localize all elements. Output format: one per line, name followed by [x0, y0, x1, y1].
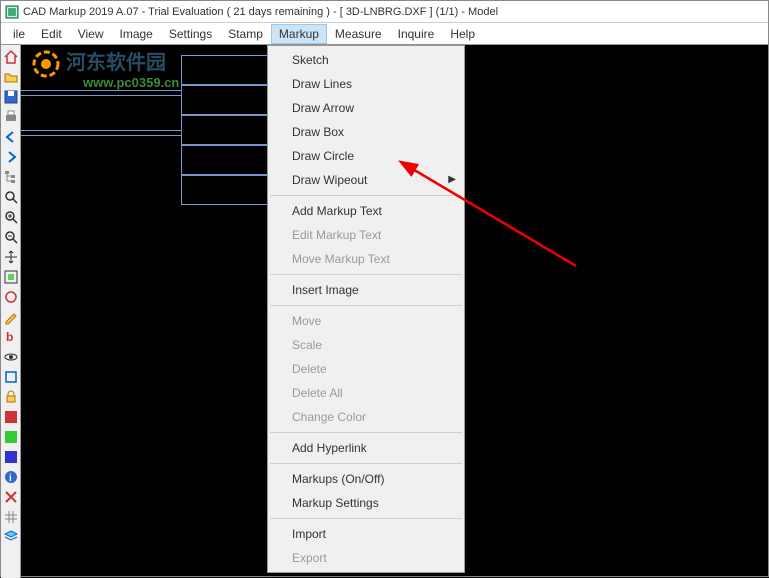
menu-help[interactable]: Help	[442, 24, 483, 44]
tool-circle-icon[interactable]	[2, 288, 20, 306]
menu-image[interactable]: Image	[112, 24, 161, 44]
tool-color2-icon[interactable]	[2, 428, 20, 446]
menuitem-markup-settings[interactable]: Markup Settings	[268, 491, 464, 515]
menuitem-move: Move	[268, 309, 464, 333]
menuitem-draw-wipeout[interactable]: Draw Wipeout▶	[268, 168, 464, 192]
menuitem-delete: Delete	[268, 357, 464, 381]
menuitem-move-markup-text: Move Markup Text	[268, 247, 464, 271]
tool-color1-icon[interactable]	[2, 408, 20, 426]
tool-prev-icon[interactable]	[2, 128, 20, 146]
tool-pencil-icon[interactable]	[2, 308, 20, 326]
tool-home-icon[interactable]	[2, 48, 20, 66]
menuitem-draw-box[interactable]: Draw Box	[268, 120, 464, 144]
menubar: ileEditViewImageSettingsStampMarkupMeasu…	[1, 23, 768, 45]
markup-dropdown-menu: SketchDraw LinesDraw ArrowDraw BoxDraw C…	[267, 45, 465, 573]
menuitem-scale: Scale	[268, 333, 464, 357]
menu-separator	[270, 463, 462, 464]
menu-measure[interactable]: Measure	[327, 24, 390, 44]
menuitem-edit-markup-text: Edit Markup Text	[268, 223, 464, 247]
menuitem-sketch[interactable]: Sketch	[268, 48, 464, 72]
tool-print-icon[interactable]	[2, 108, 20, 126]
menuitem-draw-lines[interactable]: Draw Lines	[268, 72, 464, 96]
menuitem-delete-all: Delete All	[268, 381, 464, 405]
menuitem-export: Export	[268, 546, 464, 570]
menuitem-import[interactable]: Import	[268, 522, 464, 546]
menuitem-insert-image[interactable]: Insert Image	[268, 278, 464, 302]
tool-layers-icon[interactable]	[2, 528, 20, 546]
title-text: CAD Markup 2019 A.07 - Trial Evaluation …	[23, 6, 498, 18]
tool-zoomin-icon[interactable]	[2, 208, 20, 226]
menu-inquire[interactable]: Inquire	[390, 24, 443, 44]
menu-stamp[interactable]: Stamp	[220, 24, 271, 44]
tool-eye-icon[interactable]	[2, 348, 20, 366]
svg-text:b: b	[6, 330, 13, 344]
menu-view[interactable]: View	[70, 24, 112, 44]
tool-info-icon[interactable]: i	[2, 468, 20, 486]
titlebar: CAD Markup 2019 A.07 - Trial Evaluation …	[1, 1, 768, 23]
menu-separator	[270, 518, 462, 519]
menu-ile[interactable]: ile	[5, 24, 33, 44]
left-toolbar: bi	[1, 45, 21, 578]
submenu-arrow-icon: ▶	[448, 174, 456, 185]
app-icon	[5, 5, 19, 19]
menu-edit[interactable]: Edit	[33, 24, 70, 44]
tool-color3-icon[interactable]	[2, 448, 20, 466]
tool-grid-icon[interactable]	[2, 508, 20, 526]
menuitem-draw-circle[interactable]: Draw Circle	[268, 144, 464, 168]
menuitem-add-markup-text[interactable]: Add Markup Text	[268, 199, 464, 223]
menuitem-add-hyperlink[interactable]: Add Hyperlink	[268, 436, 464, 460]
tool-box-icon[interactable]	[2, 368, 20, 386]
tool-zoomout-icon[interactable]	[2, 228, 20, 246]
menuitem-markups-on-off-[interactable]: Markups (On/Off)	[268, 467, 464, 491]
menuitem-change-color: Change Color	[268, 405, 464, 429]
menuitem-draw-arrow[interactable]: Draw Arrow	[268, 96, 464, 120]
menu-settings[interactable]: Settings	[161, 24, 220, 44]
tool-next-icon[interactable]	[2, 148, 20, 166]
tool-close-icon[interactable]	[2, 488, 20, 506]
svg-text:i: i	[9, 473, 12, 484]
tool-zoom-icon[interactable]	[2, 188, 20, 206]
menu-separator	[270, 305, 462, 306]
tool-open-icon[interactable]	[2, 68, 20, 86]
tool-pan-icon[interactable]	[2, 248, 20, 266]
tool-fit-icon[interactable]	[2, 268, 20, 286]
menu-separator	[270, 432, 462, 433]
menu-separator	[270, 274, 462, 275]
tool-lock-icon[interactable]	[2, 388, 20, 406]
tool-save-icon[interactable]	[2, 88, 20, 106]
tool-tree-icon[interactable]	[2, 168, 20, 186]
menu-separator	[270, 195, 462, 196]
tool-text-icon[interactable]: b	[2, 328, 20, 346]
menu-markup[interactable]: Markup	[271, 24, 327, 44]
